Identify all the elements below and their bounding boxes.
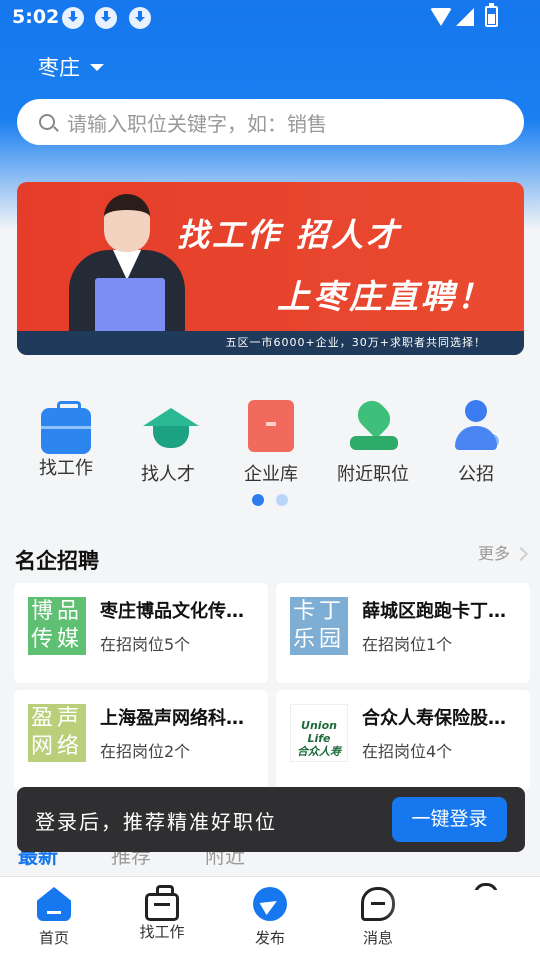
search-bar[interactable]: 请输入职位关键字，如：销售 xyxy=(17,99,524,145)
promo-banner[interactable]: 找工作 招人才 上枣庄直聘！ 五区一市6000+企业，30万+求职者共同选择！ xyxy=(17,182,524,355)
banner-headline: 找工作 招人才 xyxy=(177,216,402,254)
company-name: 枣庄博品文化传媒有限公司 xyxy=(100,601,260,622)
location-pin-icon xyxy=(348,400,398,452)
download-notification-icon xyxy=(62,7,84,29)
page-dot xyxy=(276,494,288,506)
category-grid: 找工作 找人才 企业库 附近职位 公招 xyxy=(0,400,540,490)
graduation-cap-icon xyxy=(143,400,199,452)
open-positions: 在招岗位2个 xyxy=(100,742,191,761)
page-indicator xyxy=(252,494,288,506)
page-dot-active xyxy=(252,494,264,506)
star-badge-icon xyxy=(483,432,501,450)
nav-publish[interactable]: 发布 xyxy=(230,887,310,948)
company-name: 薛城区跑跑卡丁车乐园 xyxy=(362,601,522,622)
category-company-library[interactable]: 企业库 xyxy=(226,400,316,486)
category-find-job[interactable]: 找工作 xyxy=(21,400,111,480)
chevron-right-icon xyxy=(513,546,529,562)
nav-label: 发布 xyxy=(254,929,285,947)
company-logo: Union Life 合众人寿 xyxy=(290,704,348,762)
category-nearby-jobs[interactable]: 附近职位 xyxy=(328,400,418,486)
company-card[interactable]: 卡丁乐园 薛城区跑跑卡丁车乐园 在招岗位1个 xyxy=(276,583,530,683)
nav-fade-overlay xyxy=(384,890,540,960)
category-label: 找人才 xyxy=(141,464,195,485)
briefcase-icon xyxy=(145,885,179,921)
one-click-login-button[interactable]: 一键登录 xyxy=(392,797,507,842)
download-notification-icon xyxy=(95,7,117,29)
login-prompt-toast: 登录后，推荐精准好职位 一键登录 xyxy=(17,787,525,852)
battery-charging-icon xyxy=(485,3,498,27)
company-library-icon xyxy=(248,400,294,452)
search-icon xyxy=(39,114,55,130)
category-find-talent[interactable]: 找人才 xyxy=(123,400,213,486)
search-placeholder: 请输入职位关键字，如：销售 xyxy=(67,111,327,136)
nav-label: 首页 xyxy=(38,929,69,947)
company-logo: 盈声 网络 xyxy=(28,704,86,762)
login-prompt-text: 登录后，推荐精准好职位 xyxy=(35,810,277,834)
company-logo: 博品 传媒 xyxy=(28,597,86,655)
wifi-icon xyxy=(430,8,452,26)
city-label: 枣庄 xyxy=(38,56,80,80)
category-public-recruit[interactable]: 公招 xyxy=(431,400,521,486)
company-name: 上海盈声网络科技有限公司 xyxy=(100,708,260,729)
briefcase-icon xyxy=(41,401,91,454)
nav-home[interactable]: 首页 xyxy=(14,887,94,948)
category-label: 公招 xyxy=(458,464,494,485)
open-positions: 在招岗位1个 xyxy=(362,635,453,654)
nav-label: 找工作 xyxy=(139,923,185,941)
public-recruit-icon xyxy=(451,400,501,452)
category-label: 找工作 xyxy=(39,458,93,479)
category-label: 企业库 xyxy=(244,464,298,485)
city-selector[interactable]: 枣庄 xyxy=(38,52,104,82)
banner-slogan: 上枣庄直聘！ xyxy=(277,277,493,316)
company-card[interactable]: 博品传媒 枣庄博品文化传媒有限公司 在招岗位5个 xyxy=(14,583,268,683)
company-card[interactable]: 盈声网络 上海盈声网络科技有限公司 在招岗位2个 xyxy=(14,690,268,790)
banner-footer-text: 五区一市6000+企业，30万+求职者共同选择！ xyxy=(17,331,524,355)
more-link[interactable]: 更多 xyxy=(478,540,510,564)
download-notification-icon xyxy=(129,7,151,29)
send-icon xyxy=(253,887,287,921)
home-icon xyxy=(37,887,71,921)
nav-find-job[interactable]: 找工作 xyxy=(122,885,202,942)
open-positions: 在招岗位5个 xyxy=(100,635,191,654)
status-bar: 5:02 xyxy=(0,0,540,36)
open-positions: 在招岗位4个 xyxy=(362,742,453,761)
company-card[interactable]: Union Life 合众人寿 合众人寿保险股份有限公司 在招岗位4个 xyxy=(276,690,530,790)
company-name: 合众人寿保险股份有限公司 xyxy=(362,708,522,729)
banner-person-image xyxy=(57,188,197,355)
section-title: 名企招聘 xyxy=(15,549,99,573)
status-time: 5:02 xyxy=(12,6,60,28)
category-label: 附近职位 xyxy=(337,464,409,485)
chevron-down-icon xyxy=(90,63,104,71)
company-logo: 卡丁 乐园 xyxy=(290,597,348,655)
cell-signal-icon xyxy=(456,8,474,26)
